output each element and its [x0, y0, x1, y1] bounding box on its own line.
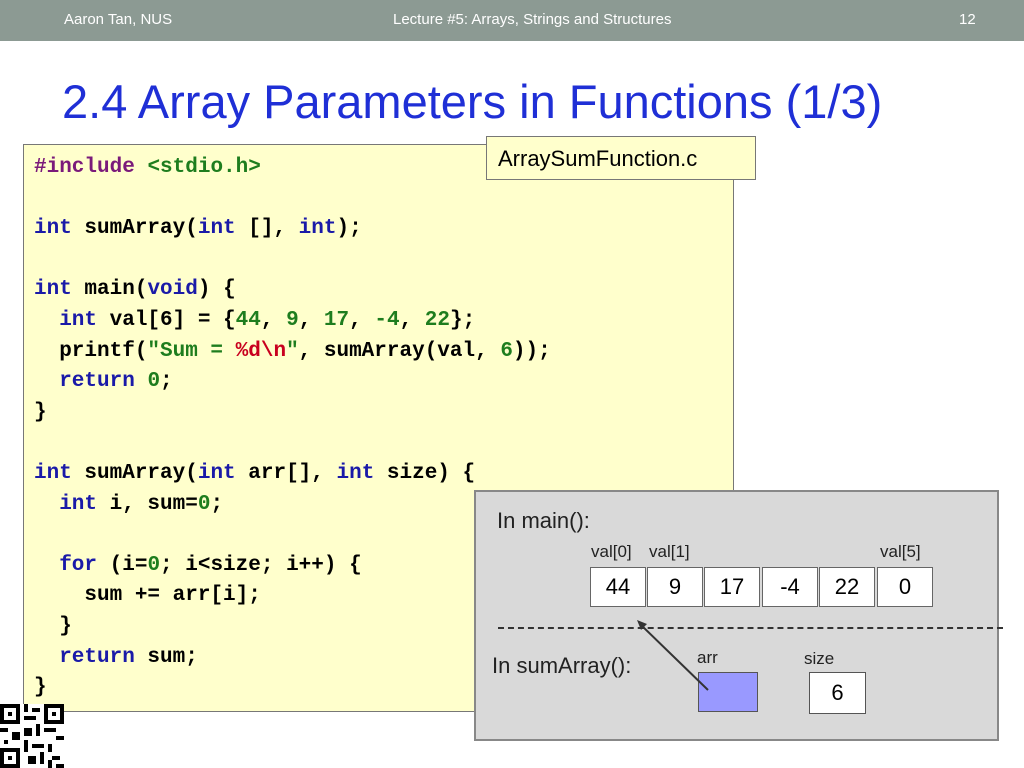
- code-line: printf("Sum = %d\n", sumArray(val, 6));: [34, 339, 551, 363]
- code-line: #include <stdio.h>: [34, 156, 261, 179]
- code-line: int main(void) {: [34, 278, 236, 302]
- qr-code-icon: [0, 704, 64, 768]
- filename-label: ArraySumFunction.c: [486, 136, 756, 180]
- pointer-arrow: [637, 620, 709, 691]
- header-lecture-title: Lecture #5: Arrays, Strings and Structur…: [393, 11, 672, 28]
- code-line: int val[6] = {44, 9, 17, -4, 22};: [34, 308, 476, 332]
- header-author: Aaron Tan, NUS: [64, 11, 173, 28]
- slide-title: 2.4 Array Parameters in Functions (1/3): [62, 75, 883, 128]
- page-number: 12: [959, 11, 976, 28]
- code-line: }: [34, 400, 47, 424]
- code-line: int sumArray(int [], int);: [34, 217, 362, 241]
- memory-diagram: In main(): val[0] val[1] val[5] 44 9 17 …: [474, 490, 1003, 741]
- code-line: return 0;: [34, 370, 173, 394]
- header-bar: Aaron Tan, NUS Lecture #5: Arrays, Strin…: [0, 0, 1024, 41]
- code-line: int sumArray(int arr[], int size) {: [34, 461, 476, 485]
